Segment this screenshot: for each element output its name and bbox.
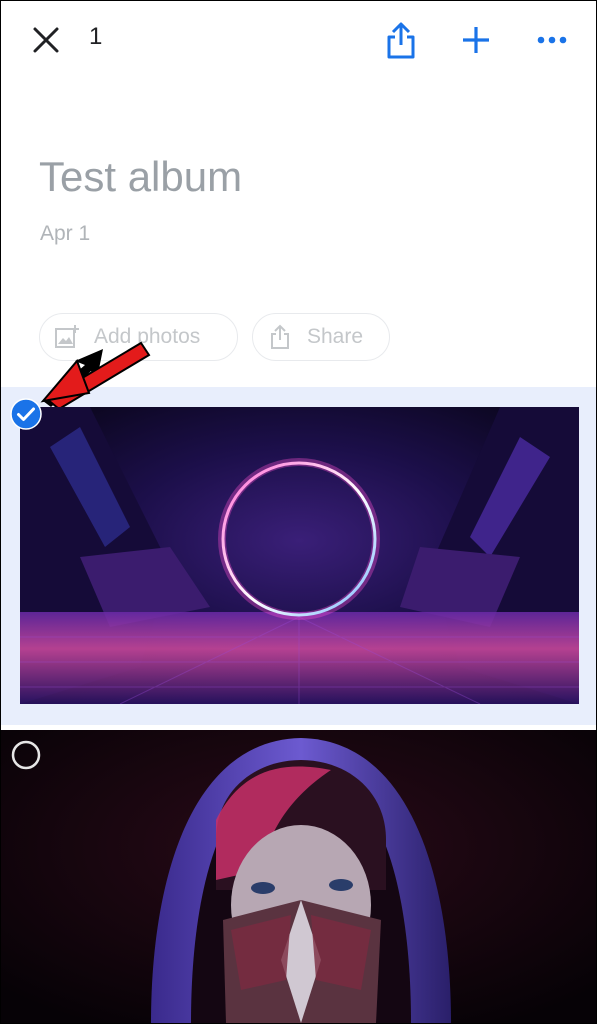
selected-count: 1 [89, 23, 103, 50]
share-button[interactable]: Share [252, 313, 390, 361]
app-frame: 1 Test album Apr 1 Add photos Share [0, 0, 597, 1024]
unselected-circle-icon[interactable] [10, 739, 42, 771]
share-label: Share [307, 325, 364, 348]
album-date: Apr 1 [40, 222, 91, 245]
close-icon[interactable] [29, 23, 63, 57]
neon-portal-image [20, 407, 579, 704]
more-icon[interactable] [535, 29, 569, 51]
photo-neon-portal[interactable] [20, 407, 579, 704]
album-title[interactable]: Test album [39, 153, 242, 201]
share-icon [271, 324, 289, 349]
add-icon[interactable] [459, 23, 493, 57]
hooded-figure-image [1, 730, 596, 1023]
annotation-arrow-icon [40, 341, 151, 407]
photo-hooded-figure[interactable] [1, 730, 596, 1023]
selection-toolbar: 1 [1, 1, 596, 81]
share-icon[interactable] [384, 21, 418, 61]
